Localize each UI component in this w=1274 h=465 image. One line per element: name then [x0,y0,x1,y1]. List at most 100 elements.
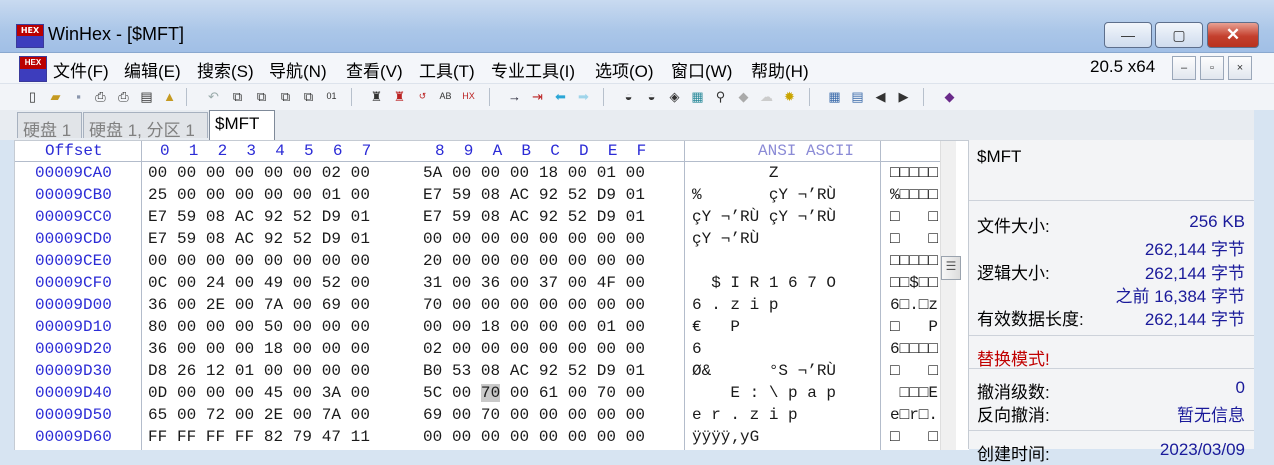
menu-specialist-tools[interactable]: 专业工具(I) [491,57,575,82]
prev-icon[interactable]: ◀ [872,88,889,105]
print-icon[interactable]: ⎙ [92,88,109,105]
ansi-text[interactable]: Ø& °S ¬’RÙ [692,360,846,382]
hex-bytes-right[interactable]: E7 59 08 AC 92 52 D9 01 [423,206,645,228]
find-more-icon[interactable]: HX [460,88,477,105]
ansi-text[interactable]: $ I R 1 6 7 O [692,272,846,294]
search-disk-icon[interactable]: ⚲ [712,88,729,105]
document-restore-button[interactable]: ▫ [1200,56,1224,80]
ansi-text[interactable]: çY ¬’RÙ [692,228,846,250]
next-icon[interactable]: ▶ [895,88,912,105]
tab-disk-1-partition-1[interactable]: 硬盘 1, 分区 1 [83,112,208,140]
row-offset[interactable]: 00009D40 [35,382,112,404]
new-file-icon[interactable]: ▯ [24,88,41,105]
ascii-text[interactable]: □ □ [890,228,940,250]
ascii-text[interactable]: %□□□□ [890,184,940,206]
back-icon[interactable]: ⬅ [552,88,569,105]
hex-bytes-left[interactable]: 36 00 00 00 18 00 00 00 [148,338,370,360]
menu-edit[interactable]: 编辑(E) [124,57,181,82]
ansi-text[interactable]: ÿÿÿÿ‚yG [692,426,846,448]
row-offset[interactable]: 00009D30 [35,360,112,382]
hex-bytes-right[interactable]: 20 00 00 00 00 00 00 00 [423,250,645,272]
menu-help[interactable]: 帮助(H) [751,57,809,82]
ascii-text[interactable]: □□$□□ [890,272,940,294]
hex-bytes-left[interactable]: E7 59 08 AC 92 52 D9 01 [148,228,370,250]
goto-offset-icon[interactable]: → [506,88,523,105]
ansi-text[interactable]: % çY ¬’RÙ [692,184,846,206]
export-icon[interactable]: ▲ [161,88,178,105]
hex-bytes-right[interactable]: 31 00 36 00 37 00 4F 00 [423,272,645,294]
document-minimize-button[interactable]: – [1172,56,1196,80]
hex-bytes-right[interactable]: 00 00 00 00 00 00 00 00 [423,426,645,448]
ascii-text[interactable]: 6□□□□ [890,338,940,360]
menu-options[interactable]: 选项(O) [595,57,654,82]
ansi-text[interactable] [692,250,846,272]
calculator-icon[interactable]: ▦ [689,88,706,105]
properties-icon[interactable]: ▤ [138,88,155,105]
ascii-text[interactable]: □ □ [890,360,940,382]
ansi-text[interactable]: çY ¬’RÙ çY ¬’RÙ [692,206,846,228]
ansi-text[interactable]: € P [692,316,846,338]
find-text-icon[interactable]: ♜ [368,88,385,105]
book-icon[interactable]: ◆ [941,88,958,105]
hex-bytes-left[interactable]: D8 26 12 01 00 00 00 00 [148,360,370,382]
replace-hex-icon[interactable]: AB [437,88,454,105]
hex-bytes-before-cursor[interactable]: 5C 00 [423,384,481,402]
row-offset[interactable]: 00009CD0 [35,228,112,250]
open-file-icon[interactable]: ▰ [47,88,64,105]
row-offset[interactable]: 00009CB0 [35,184,112,206]
row-offset[interactable]: 00009D60 [35,426,112,448]
hex-bytes-right[interactable]: 69 00 70 00 00 00 00 00 [423,404,645,426]
ascii-text[interactable]: □ P [890,316,940,338]
hex-bytes-left[interactable]: 00 00 00 00 00 00 02 00 [148,162,370,184]
ansi-text[interactable]: Z [692,162,846,184]
ascii-text[interactable]: □□□E [890,382,940,404]
ansi-text[interactable]: e r . z i p [692,404,846,426]
menu-window[interactable]: 窗口(W) [671,57,732,82]
ansi-text[interactable]: E : \ p a p [692,382,846,404]
save-icon[interactable]: ▪ [70,88,87,105]
menu-tools[interactable]: 工具(T) [419,57,475,82]
hex-icon[interactable]: 01 [323,88,340,105]
hex-bytes-left[interactable]: 0D 00 00 00 45 00 3A 00 [148,382,370,404]
ascii-text[interactable]: □ □ [890,426,940,448]
document-icon[interactable]: HEX [19,56,47,82]
maximize-button[interactable]: ▢ [1155,22,1203,48]
winhex-app-icon[interactable]: HEX [16,24,44,48]
ascii-text[interactable]: □□□□□ [890,250,940,272]
hex-bytes-left[interactable]: 65 00 72 00 2E 00 7A 00 [148,404,370,426]
cloud-icon[interactable]: ☁ [758,88,775,105]
hex-bytes-left[interactable]: E7 59 08 AC 92 52 D9 01 [148,206,370,228]
ram-icon[interactable]: ◈ [666,88,683,105]
row-offset[interactable]: 00009D00 [35,294,112,316]
document-close-button[interactable]: × [1228,56,1252,80]
tab-disk-1[interactable]: 硬盘 1 [17,112,82,140]
goto-icon[interactable]: ⇥ [529,88,546,105]
open-disk-icon[interactable]: ◒ [643,88,660,105]
hex-bytes-left[interactable]: 00 00 00 00 00 00 00 00 [148,250,370,272]
ansi-text[interactable]: 6 [692,338,846,360]
ascii-text[interactable]: □ □ [890,206,940,228]
hex-bytes-right[interactable]: 5C 00 70 00 61 00 70 00 [423,382,645,404]
hex-editor[interactable]: Offset 0 1 2 3 4 5 6 7 8 9 A B C D E F A… [14,140,969,450]
hex-bytes-right[interactable]: B0 53 08 AC 92 52 D9 01 [423,360,645,382]
hex-bytes-left[interactable]: 25 00 00 00 00 00 01 00 [148,184,370,206]
hex-bytes-right[interactable]: 02 00 00 00 00 00 00 00 [423,338,645,360]
ascii-text[interactable]: □□□□□ [890,162,940,184]
cut-icon[interactable]: ⧉ [253,88,270,105]
hex-bytes-left[interactable]: 80 00 00 00 50 00 00 00 [148,316,370,338]
menu-navigation[interactable]: 导航(N) [269,57,327,82]
ascii-text[interactable]: e□r□. [890,404,940,426]
menu-search[interactable]: 搜索(S) [197,57,254,82]
tiles-icon[interactable]: ▦ [826,88,843,105]
forward-icon[interactable]: ➡ [575,88,592,105]
print-preview-icon[interactable]: ⎙ [115,88,132,105]
row-offset[interactable]: 00009CE0 [35,250,112,272]
table-icon[interactable]: ▤ [849,88,866,105]
row-offset[interactable]: 00009D50 [35,404,112,426]
hex-bytes-right[interactable]: E7 59 08 AC 92 52 D9 01 [423,184,645,206]
hex-bytes-left[interactable]: FF FF FF FF 82 79 47 11 [148,426,370,448]
scrollbar-thumb[interactable]: ☰ [941,256,961,280]
tab-mft[interactable]: $MFT [209,110,275,140]
menu-file[interactable]: 文件(F) [53,57,109,82]
hex-bytes-right[interactable]: 00 00 18 00 00 00 01 00 [423,316,645,338]
